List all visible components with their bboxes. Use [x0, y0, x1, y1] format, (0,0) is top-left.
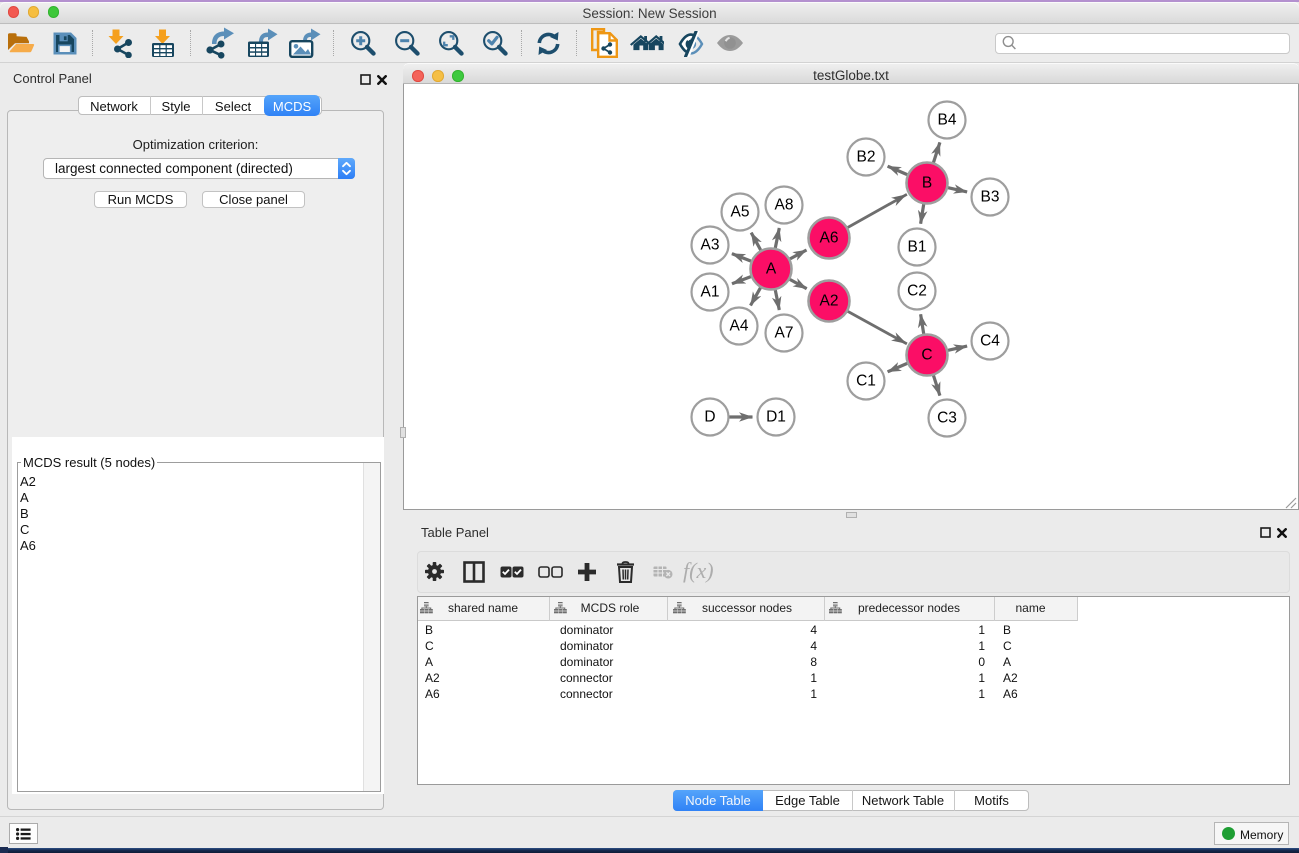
svg-text:A: A [766, 261, 777, 278]
svg-text:A2: A2 [820, 293, 839, 310]
svg-text:A6: A6 [820, 230, 839, 247]
svg-text:B: B [922, 175, 932, 192]
svg-text:B3: B3 [981, 189, 1000, 206]
svg-text:A1: A1 [701, 284, 720, 301]
svg-text:C4: C4 [980, 333, 1000, 350]
svg-text:B4: B4 [938, 112, 957, 129]
svg-text:A7: A7 [775, 325, 794, 342]
svg-text:C: C [921, 347, 932, 364]
svg-text:C2: C2 [907, 283, 927, 300]
svg-text:D1: D1 [766, 409, 786, 426]
svg-text:B1: B1 [908, 239, 927, 256]
svg-text:C1: C1 [856, 373, 876, 390]
svg-text:A8: A8 [775, 197, 794, 214]
svg-text:A5: A5 [731, 204, 750, 221]
svg-text:A3: A3 [701, 237, 720, 254]
svg-text:D: D [704, 409, 715, 426]
svg-text:C3: C3 [937, 410, 957, 427]
svg-text:A4: A4 [730, 318, 749, 335]
svg-text:B2: B2 [857, 149, 876, 166]
